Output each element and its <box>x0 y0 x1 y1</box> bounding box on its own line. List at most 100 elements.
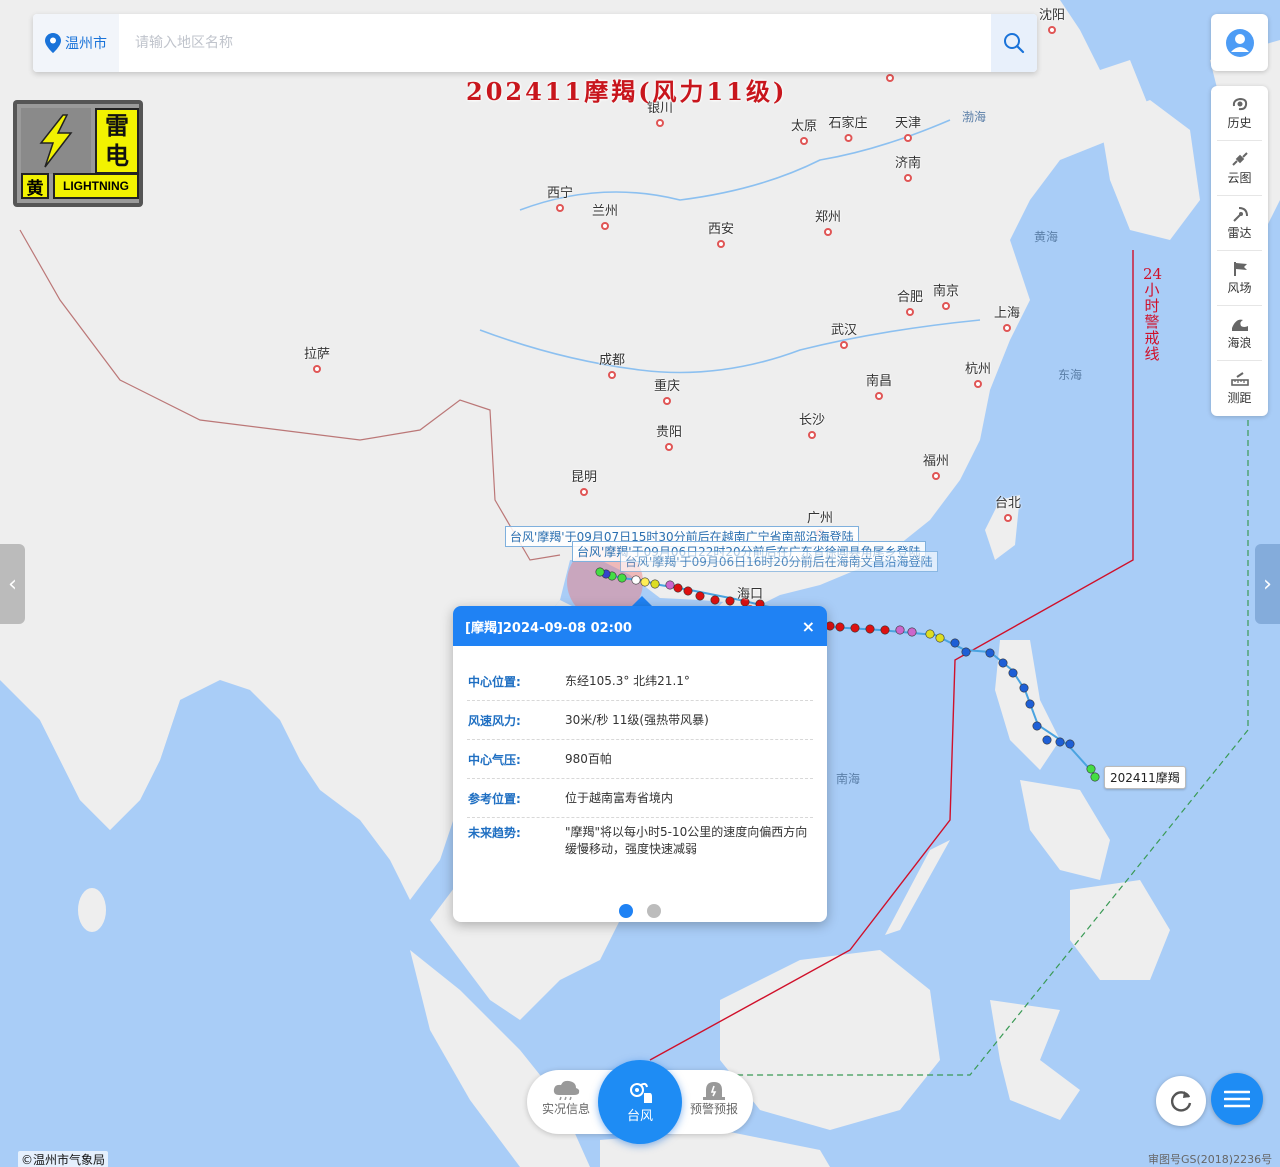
track-point[interactable] <box>985 648 995 658</box>
chevron-left-icon: ‹ <box>8 571 17 597</box>
city-name: 杭州 <box>964 362 992 377</box>
search-icon <box>1004 33 1025 54</box>
sea-label: 南海 <box>836 772 861 786</box>
warning-char-top: 雷 <box>105 111 129 140</box>
track-point[interactable] <box>1019 683 1029 693</box>
track-point[interactable] <box>1032 721 1042 731</box>
nav-live-info[interactable]: 实况信息 <box>531 1078 601 1117</box>
map-approval-number: 审图号GS(2018)2236号 <box>1148 1153 1273 1166</box>
sea-label: 渤海 <box>962 110 987 124</box>
sri-lanka-island <box>78 888 106 932</box>
track-point[interactable] <box>665 580 675 590</box>
city-name: 重庆 <box>653 379 681 394</box>
nav-label: 台风 <box>626 1108 653 1124</box>
city-label: 贵阳 <box>656 421 682 451</box>
city-name: 福州 <box>922 454 950 469</box>
city-label: 福州 <box>923 450 949 480</box>
popup-key: 中心气压: <box>468 752 521 767</box>
track-point[interactable] <box>907 627 917 637</box>
track-point[interactable] <box>683 586 693 596</box>
city-label: 兰州 <box>592 200 618 230</box>
track-point[interactable] <box>595 567 605 577</box>
search-button[interactable] <box>991 14 1037 72</box>
track-point[interactable] <box>673 583 683 593</box>
ruler-icon <box>1230 372 1249 386</box>
city-label: 武汉 <box>831 319 857 349</box>
city-label: 南昌 <box>866 370 892 400</box>
track-point[interactable] <box>710 595 720 605</box>
track-point[interactable] <box>825 621 835 631</box>
track-point[interactable] <box>925 629 935 639</box>
track-point[interactable] <box>1086 764 1096 774</box>
track-point[interactable] <box>725 596 735 606</box>
city-name: 广州 <box>806 511 834 526</box>
tool-waves[interactable]: 海浪 <box>1217 306 1262 361</box>
prev-arrow-button[interactable]: ‹ <box>0 544 25 624</box>
tool-measure[interactable]: 测距 <box>1217 361 1262 416</box>
lightning-warning-badge[interactable]: 雷 电 黄 LIGHTNING <box>13 100 143 207</box>
city-marker-icon <box>600 222 609 230</box>
tool-history[interactable]: 历史 <box>1217 86 1262 141</box>
city-label: 南京 <box>933 280 959 310</box>
location-selector[interactable]: 温州市 <box>33 14 119 72</box>
user-button[interactable] <box>1211 14 1268 71</box>
tool-cloud-image[interactable]: 云图 <box>1217 141 1262 196</box>
city-label: 重庆 <box>654 375 680 405</box>
city-name: 武汉 <box>830 323 858 338</box>
track-point[interactable] <box>935 633 945 643</box>
city-marker-icon <box>885 74 894 82</box>
city-marker-icon <box>1002 324 1011 332</box>
popup-body: 中心位置: 东经105.3° 北纬21.1° 风速风力: 30米/秒 11级(强… <box>453 646 827 858</box>
city-name: 天津 <box>894 116 922 131</box>
nav-typhoon[interactable]: 台风 <box>598 1060 682 1144</box>
tool-label: 云图 <box>1227 170 1252 185</box>
city-label: 济南 <box>895 152 921 182</box>
refresh-button[interactable] <box>1156 1076 1206 1126</box>
city-name: 郑州 <box>814 210 842 225</box>
city-name: 南昌 <box>865 374 893 389</box>
track-point[interactable] <box>1042 735 1052 745</box>
track-point[interactable] <box>1025 699 1035 709</box>
track-point[interactable] <box>640 577 650 587</box>
city-marker-icon <box>579 488 588 496</box>
popup-value: 位于越南富寿省境内 <box>565 790 674 805</box>
map-canvas[interactable] <box>0 0 1280 1167</box>
track-point[interactable] <box>631 575 641 585</box>
track-point[interactable] <box>1055 737 1065 747</box>
page-dot-active[interactable] <box>619 904 633 918</box>
track-point[interactable] <box>695 591 705 601</box>
track-point[interactable] <box>865 624 875 634</box>
city-label: 拉萨 <box>304 343 330 373</box>
warning-type-chars: 雷 电 <box>95 108 139 174</box>
track-point[interactable] <box>961 647 971 657</box>
nav-warning-forecast[interactable]: 预警预报 <box>679 1078 749 1117</box>
track-point[interactable] <box>998 658 1008 668</box>
next-arrow-button[interactable]: › <box>1255 544 1280 624</box>
track-point[interactable] <box>835 622 845 632</box>
track-point[interactable] <box>1090 772 1100 782</box>
track-point[interactable] <box>1008 668 1018 678</box>
track-point[interactable] <box>1065 739 1075 749</box>
tool-wind-field[interactable]: 风场 <box>1217 251 1262 306</box>
track-point[interactable] <box>880 625 890 635</box>
track-point[interactable] <box>950 638 960 648</box>
city-name: 拉萨 <box>303 347 331 362</box>
city-marker-icon <box>931 472 940 480</box>
typhoon-name-tag[interactable]: 202411摩羯 <box>1104 766 1186 789</box>
track-point[interactable] <box>895 625 905 635</box>
refresh-icon <box>1170 1091 1192 1112</box>
track-point[interactable] <box>850 623 860 633</box>
track-point[interactable] <box>617 573 627 583</box>
city-name: 太原 <box>790 119 818 134</box>
typhoon-title: 202411摩羯(风力11级) <box>466 77 788 106</box>
menu-button[interactable] <box>1211 1073 1263 1125</box>
page-dot[interactable] <box>647 904 661 918</box>
alert-line-label: 24小时警戒线 <box>1143 265 1163 363</box>
close-icon[interactable]: × <box>802 617 815 636</box>
tool-radar[interactable]: 雷达 <box>1217 196 1262 251</box>
search-input[interactable] <box>119 14 991 72</box>
city-name: 成都 <box>598 353 626 368</box>
city-label: 长沙 <box>799 409 825 439</box>
city-label: 上海 <box>994 302 1020 332</box>
track-point[interactable] <box>650 579 660 589</box>
